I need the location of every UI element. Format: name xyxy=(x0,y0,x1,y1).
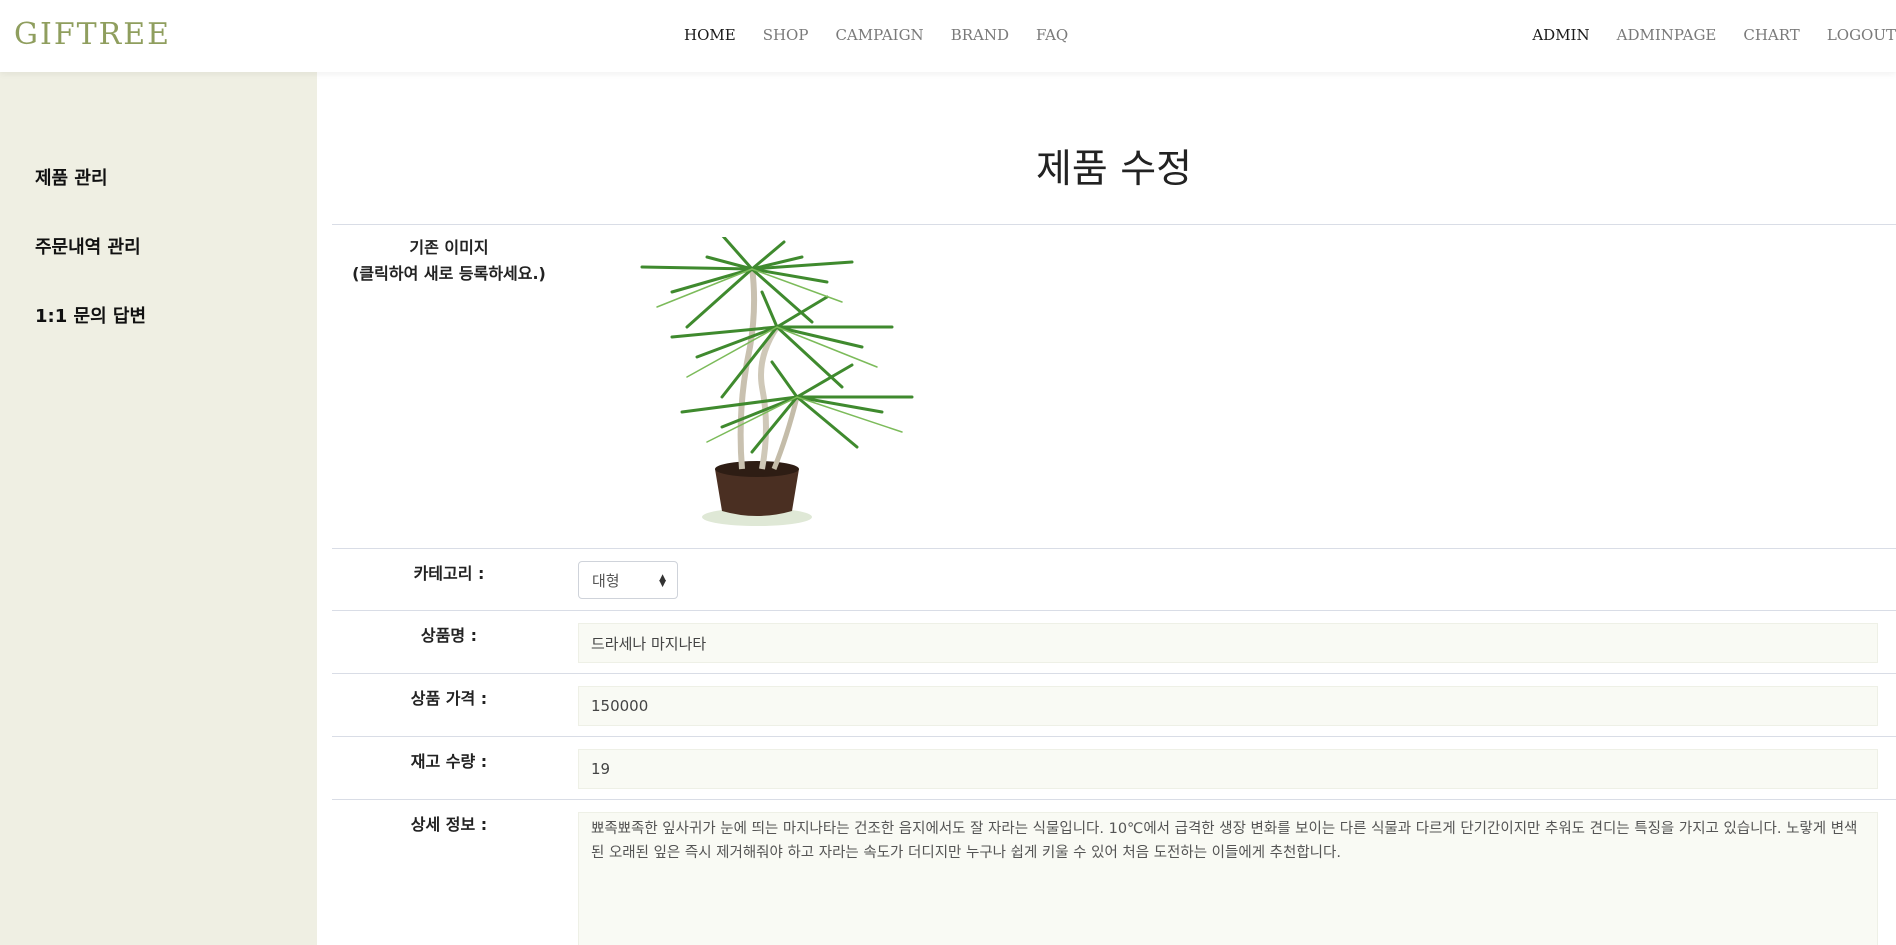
price-label: 상품 가격 : xyxy=(410,689,488,708)
stock-row: 재고 수량 : 19 xyxy=(332,736,1896,799)
detail-row: 상세 정보 : 뾰족뾰족한 잎사귀가 눈에 띄는 마지나타는 건조한 음지에서도… xyxy=(332,799,1896,945)
admin-sidebar: 제품 관리 주문내역 관리 1:1 문의 답변 xyxy=(0,72,317,945)
product-name-value: 드라세나 마지나타 xyxy=(591,634,707,653)
category-row: 카테고리 : 대형 ▲ ▼ xyxy=(332,548,1896,610)
user-nav: ADMIN ADMINPAGE CHART LOGOUT xyxy=(1505,26,1896,44)
product-price-input[interactable]: 150000 xyxy=(578,686,1878,726)
nav-home[interactable]: HOME xyxy=(684,26,736,44)
name-label: 상품명 : xyxy=(420,626,478,645)
sidebar-item-order-management[interactable]: 주문내역 관리 xyxy=(35,233,141,259)
logo-link[interactable]: GIFTREE xyxy=(14,17,171,52)
image-label: 기존 이미지 (클릭하여 새로 등록하세요.) xyxy=(332,235,566,287)
image-row: 기존 이미지 (클릭하여 새로 등록하세요.) xyxy=(332,224,1896,548)
top-navbar: GIFTREE HOME SHOP CAMPAIGN BRAND FAQ ADM… xyxy=(0,0,1896,72)
page-title: 제품 수정 xyxy=(1036,147,1192,192)
category-select[interactable]: 대형 ▲ ▼ xyxy=(578,561,678,599)
detail-label: 상세 정보 : xyxy=(410,815,488,834)
nav-faq[interactable]: FAQ xyxy=(1036,26,1068,44)
nav-chart[interactable]: CHART xyxy=(1743,26,1799,44)
category-label: 카테고리 : xyxy=(413,564,485,583)
product-price-value: 150000 xyxy=(591,697,649,715)
sidebar-item-inquiry-answer[interactable]: 1:1 문의 답변 xyxy=(35,302,146,328)
product-detail-textarea[interactable]: 뾰족뾰족한 잎사귀가 눈에 띄는 마지나타는 건조한 음지에서도 잘 자라는 식… xyxy=(578,812,1878,945)
image-label-line1: 기존 이미지 xyxy=(409,238,489,257)
nav-admin[interactable]: ADMIN xyxy=(1532,26,1589,44)
nav-brand[interactable]: BRAND xyxy=(951,26,1009,44)
product-image[interactable] xyxy=(612,237,942,537)
image-label-line2: (클릭하여 새로 등록하세요.) xyxy=(352,264,546,283)
product-name-input[interactable]: 드라세나 마지나타 xyxy=(578,623,1878,663)
nav-shop[interactable]: SHOP xyxy=(763,26,809,44)
stock-quantity-value: 19 xyxy=(591,760,611,778)
select-arrows-icon: ▲ ▼ xyxy=(659,573,666,589)
stock-label: 재고 수량 : xyxy=(410,752,488,771)
nav-campaign[interactable]: CAMPAIGN xyxy=(835,26,923,44)
main-content: 제품 수정 기존 이미지 (클릭하여 새로 등록하세요.) 카테고리: 대형 … xyxy=(332,72,1896,945)
stock-quantity-input[interactable]: 19 xyxy=(578,749,1878,789)
nav-adminpage[interactable]: ADMINPAGE xyxy=(1617,26,1717,44)
name-row: 상품명 : 드라세나 마지나타 xyxy=(332,610,1896,673)
main-nav: HOME SHOP CAMPAIGN BRAND FAQ xyxy=(684,26,1095,44)
price-row: 상품 가격 : 150000 xyxy=(332,673,1896,736)
category-selected-value: 대형 xyxy=(592,571,620,590)
nav-logout[interactable]: LOGOUT xyxy=(1827,26,1896,44)
sidebar-item-product-management[interactable]: 제품 관리 xyxy=(35,164,108,190)
